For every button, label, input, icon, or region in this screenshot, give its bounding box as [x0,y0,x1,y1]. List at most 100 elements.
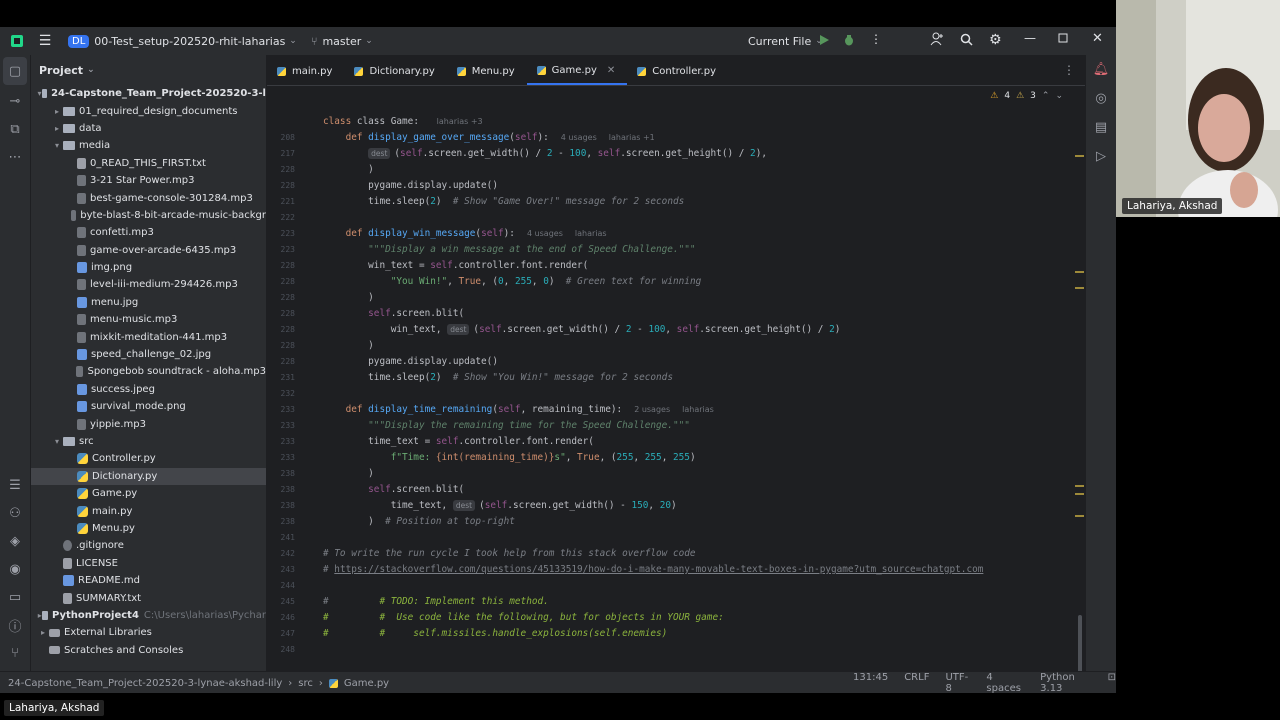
close-icon[interactable]: ✕ [1092,31,1103,46]
line-number[interactable]: 231 [267,370,319,386]
tree-item[interactable]: Menu.py [31,520,266,537]
code-line[interactable] [323,210,1083,226]
tab-main[interactable]: main.py [267,57,344,85]
run-config-selector[interactable]: Current File ⌄ [748,35,823,48]
tree-item[interactable]: ▸ data [31,120,266,137]
code-line[interactable]: """Display a win message at the end of S… [323,242,1083,258]
code-line[interactable]: ) [323,338,1083,354]
line-number[interactable]: 238 [267,498,319,514]
indent-setting[interactable]: 4 spaces [986,672,1024,693]
line-number[interactable]: 233 [267,402,319,418]
tree-item[interactable]: level-iii-medium-294426.mp3 [31,276,266,293]
tree-item[interactable]: SUMMARY.txt [31,589,266,606]
line-number[interactable]: 241 [267,530,319,546]
line-number[interactable]: 233 [267,418,319,434]
tab-menu[interactable]: Menu.py [447,57,527,85]
code-line[interactable]: pygame.display.update() [323,354,1083,370]
tree-item[interactable]: menu-music.mp3 [31,311,266,328]
app-logo-icon[interactable] [6,30,28,52]
line-number[interactable]: 228 [267,178,319,194]
code-line[interactable] [323,642,1083,658]
inspection-widget[interactable]: ⚠ 4 ⚠ 3 ⌃ ⌄ [990,91,1063,101]
chevron-down-icon[interactable]: ▾ [51,437,63,446]
breadcrumb-project[interactable]: 24-Capstone_Team_Project-202520-3-lynae-… [8,678,282,689]
search-icon[interactable] [960,33,973,46]
minimize-icon[interactable]: — [1024,31,1036,45]
code-line[interactable]: time_text = self.controller.font.render( [323,434,1083,450]
tree-item[interactable]: Controller.py [31,450,266,467]
code-line[interactable]: self.screen.blit( [323,306,1083,322]
code-token[interactable]: https://stackoverflow.com/questions/4513… [334,564,983,575]
database-icon[interactable]: ▤ [1086,113,1116,142]
project-view-icon[interactable]: ▢ [3,57,27,85]
code-line[interactable]: # To write the run cycle I took help fro… [323,546,1083,562]
line-number[interactable]: 228 [267,322,319,338]
tree-item[interactable]: ▾ media [31,137,266,154]
tree-item[interactable]: confetti.mp3 [31,224,266,241]
python-console-icon[interactable]: ⚇ [0,499,30,527]
code-line[interactable]: ) # Position at top-right [323,514,1083,530]
code-line[interactable]: time_text, dest (self.screen.get_width() … [323,498,1083,514]
line-number[interactable]: 228 [267,290,319,306]
code-line[interactable]: time.sleep(2) # Show "You Win!" message … [323,370,1083,386]
usage-hint[interactable]: laharias [575,229,607,238]
close-tab-icon[interactable]: ✕ [607,65,615,76]
problems-icon[interactable]: ⓘ [0,611,30,639]
gear-icon[interactable]: ⚙ [989,32,1002,48]
line-number[interactable]: 232 [267,386,319,402]
line-number[interactable]: 242 [267,546,319,562]
file-encoding[interactable]: UTF-8 [945,672,970,693]
code-line[interactable]: # # Use code like the following, but for… [323,610,1083,626]
tree-item[interactable]: byte-blast-8-bit-arcade-music-backgr [31,207,266,224]
line-number[interactable]: 223 [267,242,319,258]
chevron-up-icon[interactable]: ⌃ [1042,91,1050,101]
python-interpreter[interactable]: Python 3.13 [1040,672,1091,693]
code-line[interactable]: def display_win_message(self): 4 usages la… [323,226,1083,242]
code-line[interactable]: """Display the remaining time for the Sp… [323,418,1083,434]
tree-item[interactable]: Dictionary.py [31,467,266,485]
tree-item[interactable]: ▾ 24-Capstone_Team_Project-202520-3-l [31,85,266,102]
run-panel-icon[interactable]: ▷ [1086,142,1116,171]
code-line[interactable]: ) [323,466,1083,482]
tree-item[interactable]: best-game-console-301284.mp3 [31,189,266,206]
tree-item[interactable]: LICENSE [31,555,266,572]
tree-item[interactable]: 3-21 Star Power.mp3 [31,172,266,189]
python-packages-icon[interactable]: ◈ [0,527,30,555]
sticky-class-header[interactable]: class class Game: laharias +3 [323,114,483,130]
line-number[interactable]: 228 [267,258,319,274]
tree-item[interactable]: menu.jpg [31,294,266,311]
code-line[interactable]: def display_time_remaining(self, remaini… [323,402,1083,418]
more-tools-icon[interactable]: ⋯ [0,143,30,171]
lock-icon[interactable]: ⊡ [1108,672,1116,693]
more-tabs-icon[interactable]: ⋮ [1063,63,1075,77]
tree-item[interactable]: mixkit-meditation-441.mp3 [31,328,266,345]
tree-item[interactable]: main.py [31,502,266,519]
code-text[interactable]: def display_game_over_message(self): 4 us… [323,130,1083,658]
tree-item[interactable]: speed_challenge_02.jpg [31,346,266,363]
maximize-icon[interactable] [1058,33,1068,43]
tree-item[interactable]: 0_READ_THIS_FIRST.txt [31,155,266,172]
line-number[interactable]: 248 [267,642,319,658]
code-line[interactable]: pygame.display.update() [323,178,1083,194]
tree-item[interactable]: yippie.mp3 [31,415,266,432]
services-icon[interactable]: ◉ [0,555,30,583]
tree-item[interactable]: img.png [31,259,266,276]
line-number[interactable]: 228 [267,338,319,354]
tab-controller[interactable]: Controller.py [627,57,728,85]
chevron-right-icon[interactable]: ▸ [51,124,63,133]
line-number[interactable]: 243 [267,562,319,578]
tree-item[interactable]: survival_mode.png [31,398,266,415]
todo-icon[interactable]: ☰ [0,471,30,499]
commit-icon[interactable]: ⊸ [0,87,30,115]
error-stripe[interactable] [1075,115,1085,671]
line-number[interactable]: 223 [267,226,319,242]
chevron-right-icon[interactable]: ▸ [51,107,63,116]
code-line[interactable]: def display_game_over_message(self): 4 us… [323,130,1083,146]
project-panel-header[interactable]: Project ⌄ [31,55,266,85]
tree-item[interactable]: Spongebob soundtrack - aloha.mp3 [31,363,266,380]
line-number[interactable]: 228 [267,354,319,370]
code-line[interactable]: ) [323,290,1083,306]
tree-item[interactable]: ▸ 01_required_design_documents [31,102,266,119]
line-number[interactable]: 208 [267,130,319,146]
code-line[interactable]: "You Win!", True, (0, 255, 0) # Green te… [323,274,1083,290]
